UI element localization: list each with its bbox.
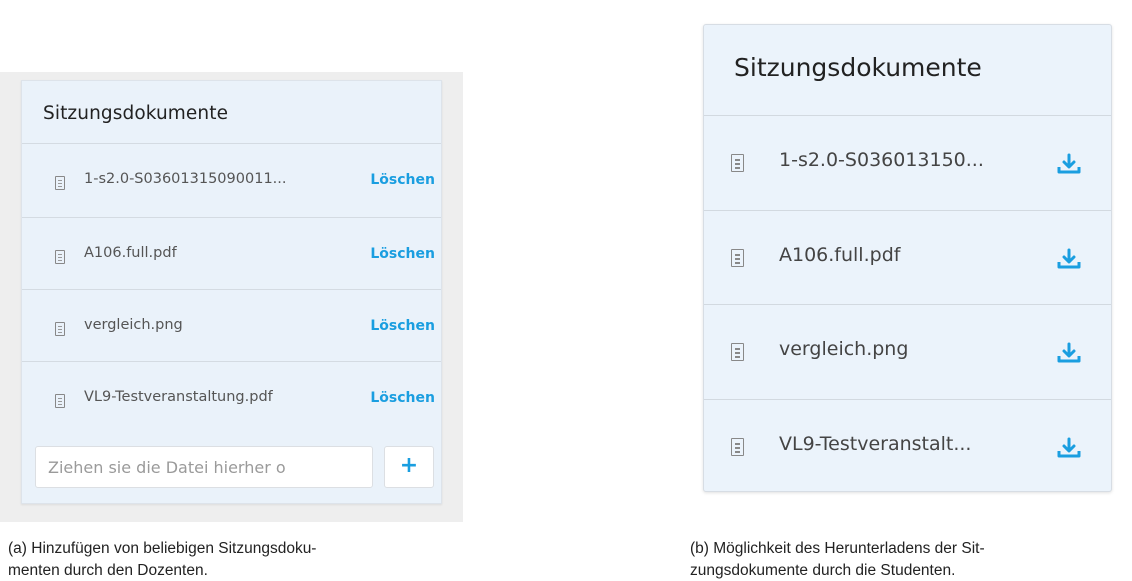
delete-button[interactable]: Löschen	[370, 390, 435, 406]
document-row: vergleich.png	[704, 305, 1111, 399]
session-documents-panel-student: Sitzungsdokumente 1-s2.0-S036013150... A…	[703, 24, 1112, 492]
session-documents-panel: Sitzungsdokumente 1-s2.0-S03601315090011…	[21, 80, 442, 504]
document-name[interactable]: VL9-Testveranstaltung.pdf	[84, 389, 273, 405]
file-icon	[731, 343, 744, 361]
download-icon[interactable]	[1056, 342, 1082, 364]
add-file-button[interactable]: +	[384, 446, 434, 488]
caption-b-line2: zungsdokumente durch die Studenten.	[690, 562, 956, 579]
teacher-view-screenshot: Sitzungsdokumente 1-s2.0-S03601315090011…	[0, 72, 463, 522]
panel-title: Sitzungsdokumente	[43, 103, 229, 124]
download-icon[interactable]	[1056, 153, 1082, 175]
file-icon	[731, 438, 744, 456]
delete-button[interactable]: Löschen	[370, 318, 435, 334]
download-icon[interactable]	[1056, 437, 1082, 459]
document-name[interactable]: 1-s2.0-S036013150...	[779, 149, 984, 171]
panel-title: Sitzungsdokumente	[734, 53, 982, 82]
delete-button[interactable]: Löschen	[370, 172, 435, 188]
document-name[interactable]: A106.full.pdf	[779, 244, 900, 266]
file-icon	[731, 154, 744, 172]
document-row: 1-s2.0-S036013150...	[704, 116, 1111, 210]
caption-a-line2: menten durch den Dozenten.	[8, 562, 208, 579]
file-icon	[55, 176, 65, 190]
file-icon	[55, 394, 65, 408]
file-icon	[731, 249, 744, 267]
download-icon[interactable]	[1056, 248, 1082, 270]
delete-button[interactable]: Löschen	[370, 246, 435, 262]
document-row: 1-s2.0-S03601315090011... Löschen	[22, 144, 441, 216]
caption-b-line1: (b) Möglichkeit des Herunterladens der S…	[690, 540, 985, 557]
document-name[interactable]: A106.full.pdf	[84, 245, 177, 261]
document-name[interactable]: 1-s2.0-S03601315090011...	[84, 171, 287, 187]
caption-a-line1: (a) Hinzufügen von beliebigen Sitzungsdo…	[8, 540, 317, 557]
upload-area: Ziehen sie die Datei hierher o +	[22, 431, 441, 503]
document-row: A106.full.pdf	[704, 211, 1111, 305]
document-row: A106.full.pdf Löschen	[22, 218, 441, 290]
file-drop-input[interactable]: Ziehen sie die Datei hierher o	[35, 446, 373, 488]
file-icon	[55, 250, 65, 264]
file-icon	[55, 322, 65, 336]
caption-b: (b) Möglichkeit des Herunterladens der S…	[690, 538, 1110, 581]
file-drop-placeholder: Ziehen sie die Datei hierher o	[48, 458, 286, 477]
document-row: VL9-Testveranstalt...	[704, 400, 1111, 494]
document-name[interactable]: vergleich.png	[84, 317, 183, 333]
document-name[interactable]: vergleich.png	[779, 338, 908, 360]
document-name[interactable]: VL9-Testveranstalt...	[779, 433, 971, 455]
document-row: VL9-Testveranstaltung.pdf Löschen	[22, 362, 441, 434]
caption-a: (a) Hinzufügen von beliebigen Sitzungsdo…	[8, 538, 468, 581]
document-row: vergleich.png Löschen	[22, 290, 441, 362]
